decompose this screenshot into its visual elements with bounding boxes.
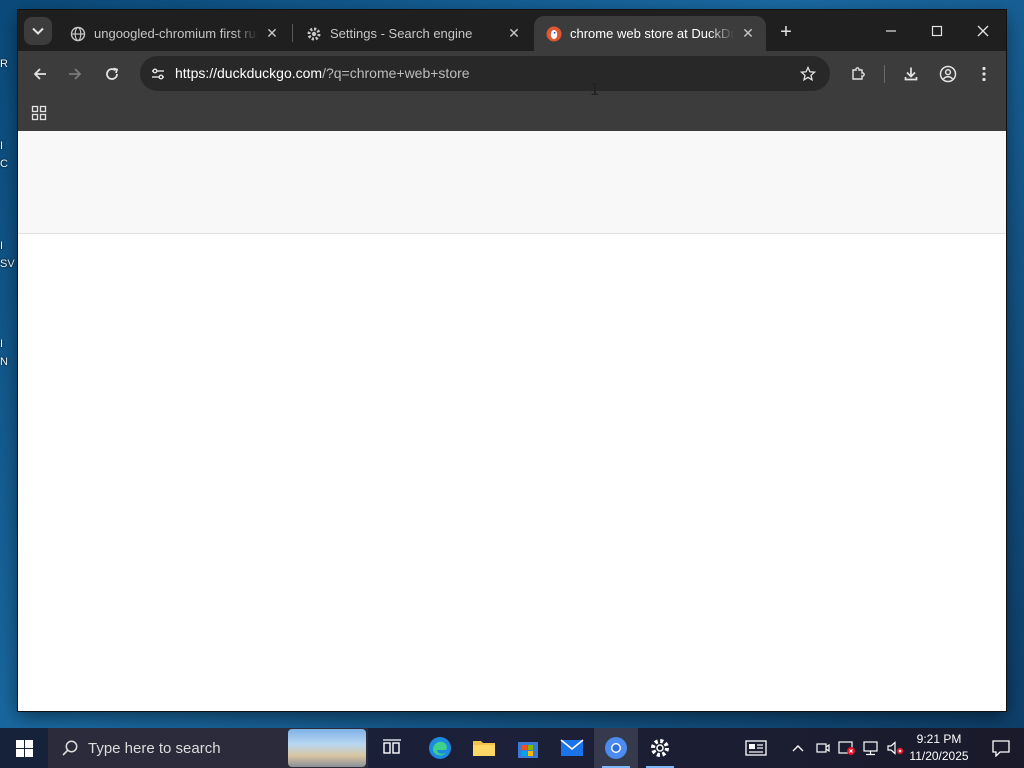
notification-center-button[interactable] xyxy=(978,728,1024,768)
globe-icon xyxy=(70,26,86,42)
new-tab-button[interactable]: + xyxy=(774,20,798,44)
tab-search-button[interactable] xyxy=(24,17,52,45)
close-tab-icon[interactable]: ✕ xyxy=(738,24,758,44)
toolbar: https://duckduckgo.com/?q=chrome+web+sto… xyxy=(18,51,1006,96)
reload-icon xyxy=(106,67,119,80)
tab-separator xyxy=(292,24,293,42)
maximize-icon xyxy=(931,25,943,36)
taskbar: Type here to search 9:21 PM 11/20/2025 xyxy=(0,728,1024,768)
desktop-icon-label[interactable]: SV xyxy=(0,258,18,270)
tab-duckduckgo[interactable]: chrome web store at DuckDuckGo ✕ xyxy=(534,16,766,51)
url-host: https://duckduckgo.com xyxy=(175,65,323,81)
desktop-icon-label[interactable]: I xyxy=(0,338,18,350)
search-highlight-image xyxy=(288,729,366,767)
profile-button[interactable] xyxy=(933,59,963,89)
back-button[interactable] xyxy=(25,59,55,89)
file-explorer-button[interactable] xyxy=(462,728,506,768)
browser-window: ungoogled-chromium first run p ✕ Setting… xyxy=(18,10,1006,711)
address-bar[interactable]: https://duckduckgo.com/?q=chrome+web+sto… xyxy=(140,56,830,91)
chromium-icon xyxy=(605,737,627,759)
clock-time: 9:21 PM xyxy=(916,732,962,746)
network-icon xyxy=(863,741,878,756)
edge-icon xyxy=(429,737,451,759)
settings-app-button[interactable] xyxy=(638,728,682,768)
star-icon xyxy=(800,66,816,82)
desktop-icon-label[interactable]: N xyxy=(0,356,18,368)
close-window-button[interactable] xyxy=(960,10,1006,51)
url-path: /?q=chrome+web+store xyxy=(322,65,470,81)
speaker-muted-icon xyxy=(887,741,904,755)
apps-button[interactable] xyxy=(28,102,50,124)
desktop-icon-label[interactable]: I xyxy=(0,140,18,152)
close-tab-icon[interactable]: ✕ xyxy=(262,24,282,44)
desktop-icon-label[interactable]: I xyxy=(0,240,18,252)
arrow-right-icon xyxy=(69,68,82,80)
tab-title: chrome web store at DuckDuckGo xyxy=(570,26,734,41)
settings-icon xyxy=(651,739,669,757)
bookmarks-bar xyxy=(18,96,1006,131)
arrow-left-icon xyxy=(33,68,46,80)
desktop-icon-label[interactable]: R xyxy=(0,58,18,70)
mail-icon xyxy=(560,739,584,756)
close-icon xyxy=(977,25,989,36)
minimize-button[interactable] xyxy=(868,10,914,51)
tab-title: ungoogled-chromium first run p xyxy=(94,26,258,41)
edge-button[interactable] xyxy=(418,728,462,768)
reload-button[interactable] xyxy=(97,59,127,89)
tab-strip: ungoogled-chromium first run p ✕ Setting… xyxy=(18,10,1006,51)
notification-icon xyxy=(992,740,1010,757)
apps-grid-icon xyxy=(31,105,47,121)
maximize-button[interactable] xyxy=(914,10,960,51)
chromium-button[interactable] xyxy=(594,728,638,768)
more-vertical-icon xyxy=(982,66,986,82)
forward-button[interactable] xyxy=(60,59,90,89)
start-button[interactable] xyxy=(0,728,48,768)
file-explorer-icon xyxy=(473,741,495,756)
close-tab-icon[interactable]: ✕ xyxy=(504,24,524,44)
task-view-icon xyxy=(383,739,401,754)
meet-now-tray-button[interactable] xyxy=(813,738,833,758)
chevron-down-icon xyxy=(32,27,44,35)
extensions-button[interactable] xyxy=(843,59,873,89)
store-icon xyxy=(518,742,538,758)
tab-title: Settings - Search engine xyxy=(330,26,473,41)
tune-icon xyxy=(152,68,164,80)
tab-first-run[interactable]: ungoogled-chromium first run p ✕ xyxy=(58,16,290,51)
gear-icon xyxy=(306,26,322,42)
page-content xyxy=(18,131,1006,711)
downloads-button[interactable] xyxy=(896,59,926,89)
store-button[interactable] xyxy=(506,728,550,768)
windows-logo-icon xyxy=(15,739,33,757)
account-icon xyxy=(939,65,957,83)
search-placeholder: Type here to search xyxy=(88,739,221,757)
task-view-button[interactable] xyxy=(370,728,414,768)
site-info-button[interactable] xyxy=(144,60,172,88)
security-tray-button[interactable] xyxy=(837,738,857,758)
page-header-area xyxy=(18,131,1006,234)
download-icon xyxy=(904,67,918,81)
taskbar-clock[interactable]: 9:21 PM 11/20/2025 xyxy=(905,731,973,765)
clock-date: 11/20/2025 xyxy=(909,749,969,763)
desktop-icon-label[interactable]: C xyxy=(0,158,18,170)
taskbar-search-box[interactable]: Type here to search xyxy=(48,728,368,768)
show-hidden-icons-button[interactable] xyxy=(788,738,808,758)
volume-tray-button[interactable] xyxy=(885,738,905,758)
puzzle-icon xyxy=(852,67,865,80)
text-cursor-icon: I xyxy=(590,80,600,99)
toolbar-divider xyxy=(884,65,885,83)
bookmark-star-button[interactable] xyxy=(794,60,822,88)
news-widget-button[interactable] xyxy=(744,738,768,758)
chevron-up-icon xyxy=(792,745,804,752)
news-icon xyxy=(745,740,767,756)
menu-button[interactable] xyxy=(969,59,999,89)
network-tray-button[interactable] xyxy=(861,738,881,758)
tab-settings[interactable]: Settings - Search engine ✕ xyxy=(294,16,532,51)
minimize-icon xyxy=(886,29,896,32)
search-icon xyxy=(60,738,80,758)
mail-button[interactable] xyxy=(550,728,594,768)
camera-icon xyxy=(816,743,830,753)
url-text[interactable]: https://duckduckgo.com/?q=chrome+web+sto… xyxy=(175,65,470,81)
duckduckgo-icon xyxy=(546,26,562,42)
security-alert-icon xyxy=(838,741,855,755)
